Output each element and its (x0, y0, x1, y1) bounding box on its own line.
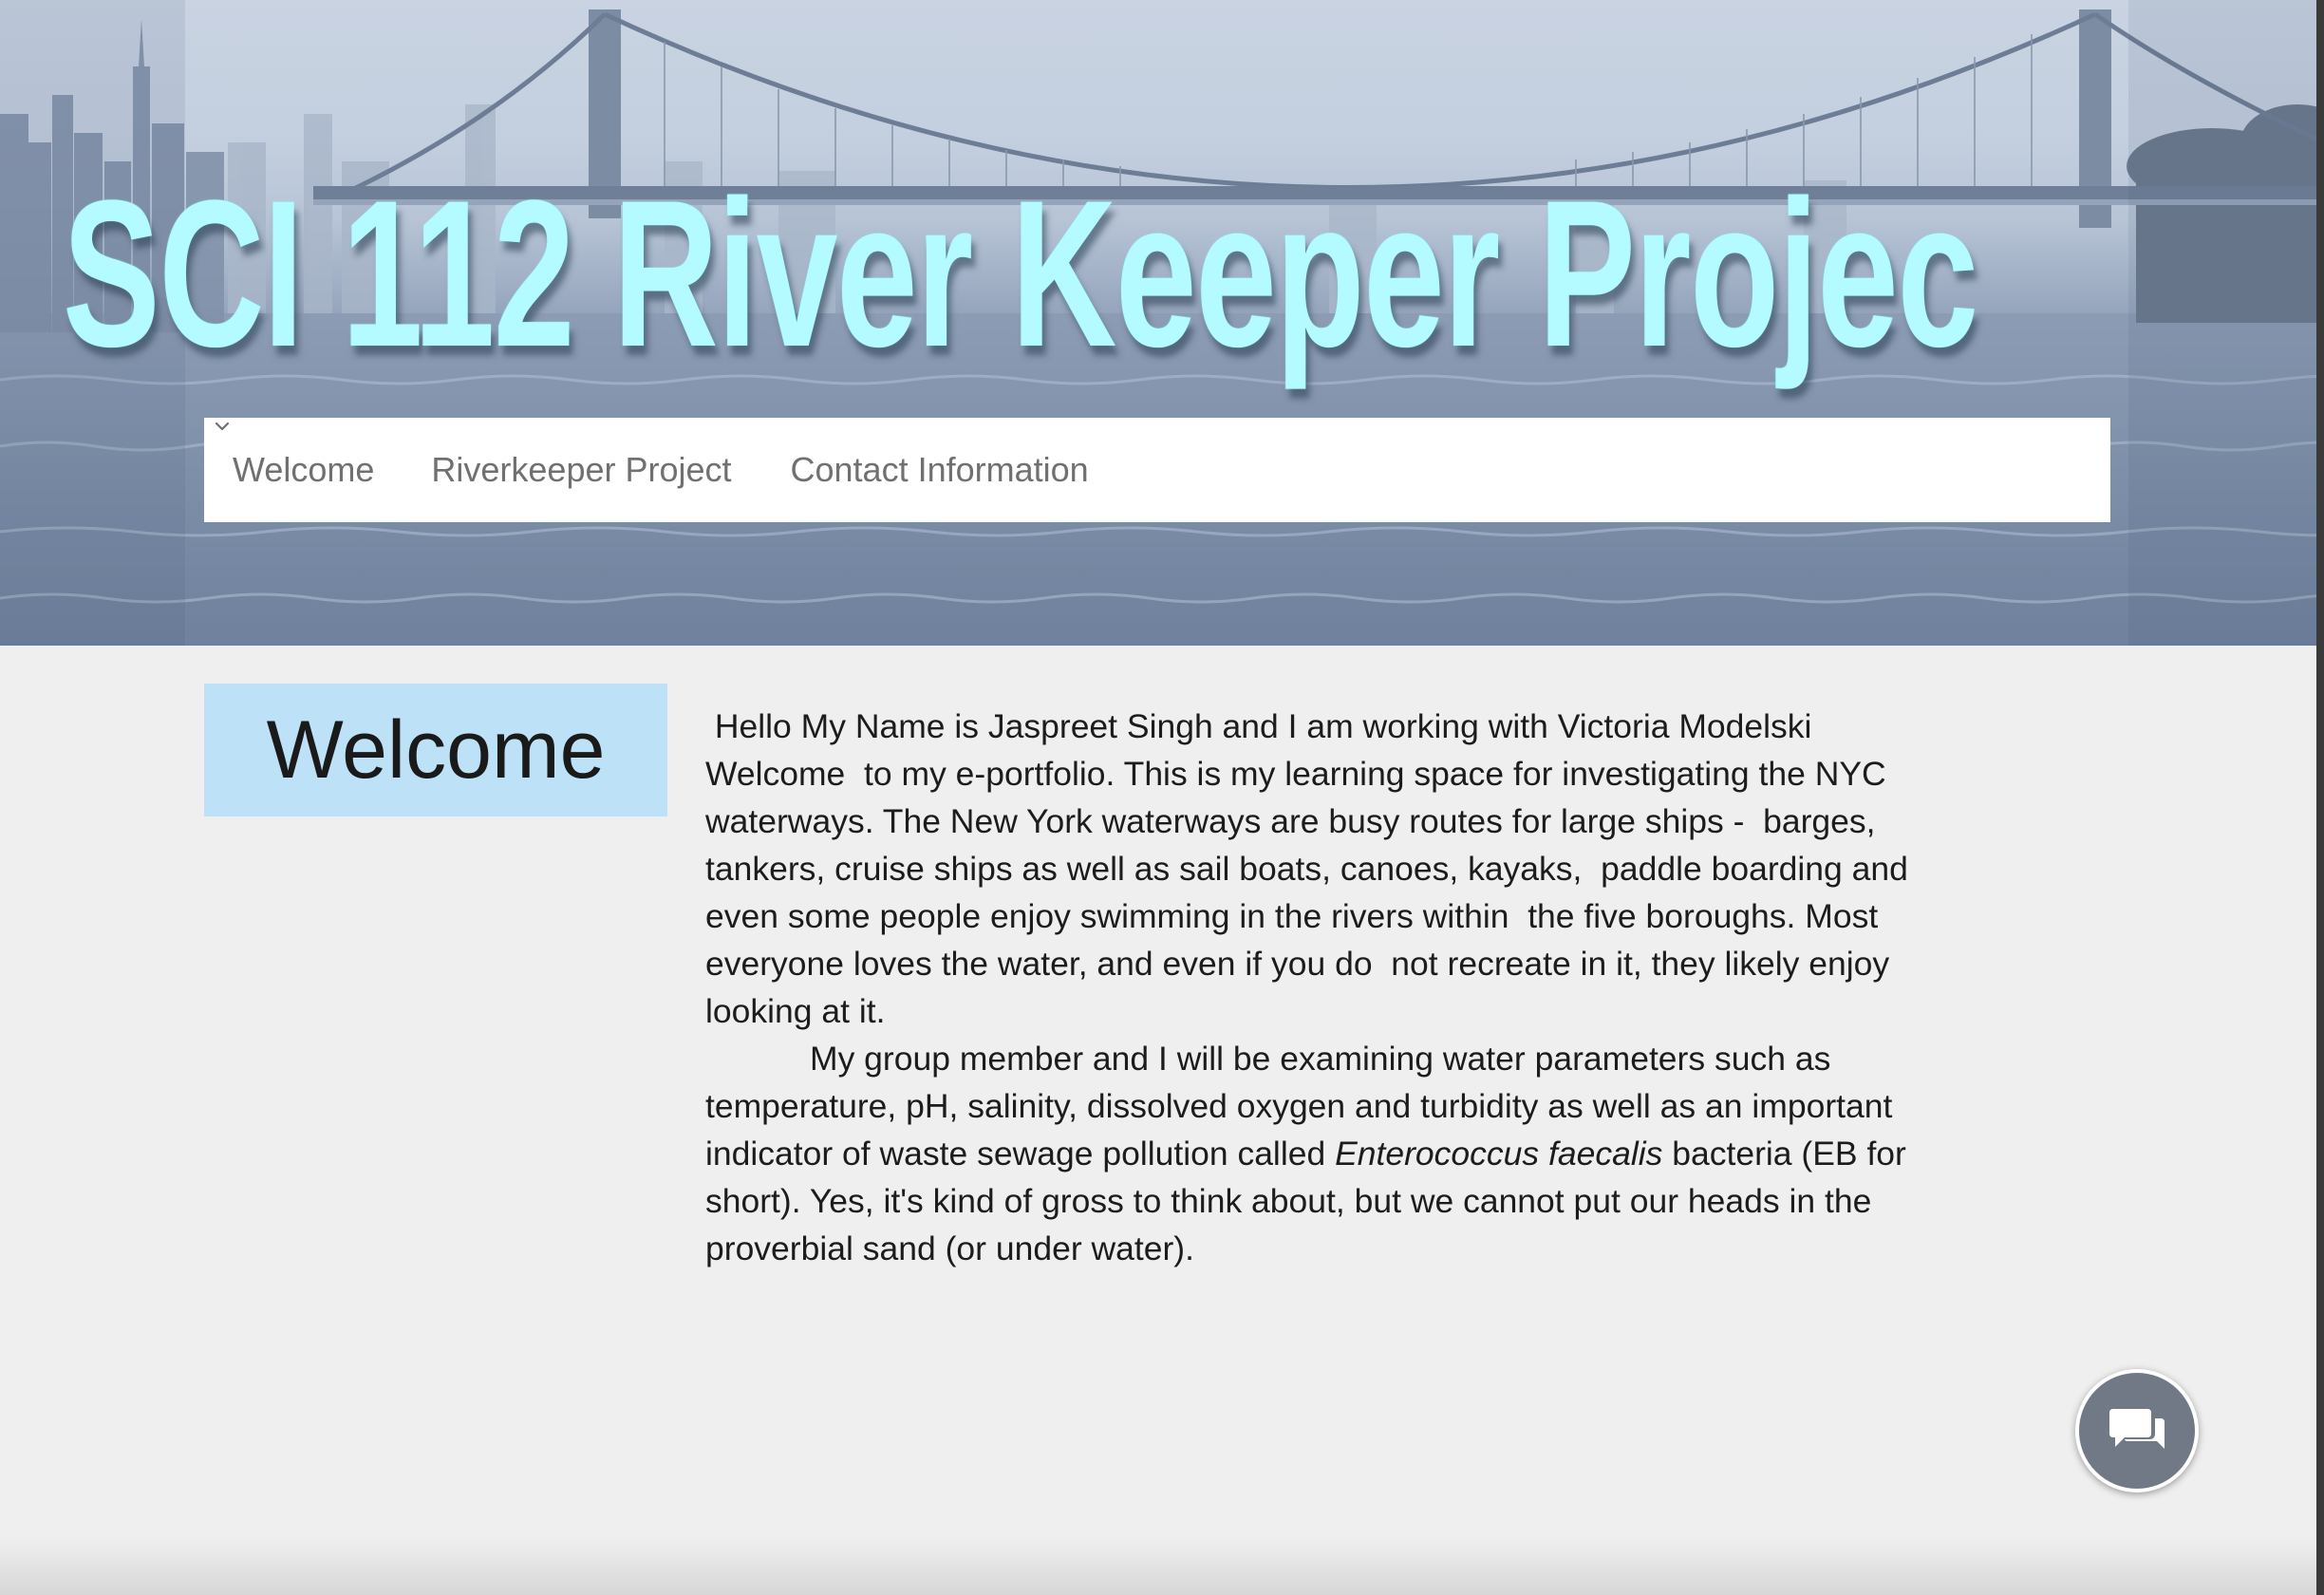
site-title: SCI 112 River Keeper Projec (63, 157, 1978, 390)
header-banner: SCI 112 River Keeper Projec Welcome Rive… (0, 0, 2324, 646)
main-nav: Welcome Riverkeeper Project Contact Info… (204, 418, 2110, 522)
nav-item-label: Riverkeeper Project (431, 450, 732, 489)
bottom-shadow (0, 1538, 2316, 1595)
welcome-text: Hello My Name is Jaspreet Singh and I am… (705, 703, 1930, 1272)
chat-button[interactable] (2075, 1369, 2199, 1492)
banner-right-overlay (2128, 0, 2324, 646)
chevron-down-icon (215, 422, 230, 431)
welcome-heading-box: Welcome (204, 684, 667, 816)
bacteria-name: Enterococcus faecalis (1335, 1135, 1663, 1173)
nav-item-welcome[interactable]: Welcome (233, 450, 374, 490)
window-edge (2316, 0, 2324, 1595)
research-paragraph: My group member and I will be examining … (705, 1035, 1930, 1272)
intro-paragraph: Hello My Name is Jaspreet Singh and I am… (705, 707, 1918, 1030)
nav-item-riverkeeper-project[interactable]: Riverkeeper Project (215, 422, 732, 490)
chat-bubbles-icon (2109, 1409, 2165, 1449)
page-title: Welcome (266, 704, 606, 796)
nav-item-contact-information[interactable]: Contact Information (791, 450, 1089, 490)
